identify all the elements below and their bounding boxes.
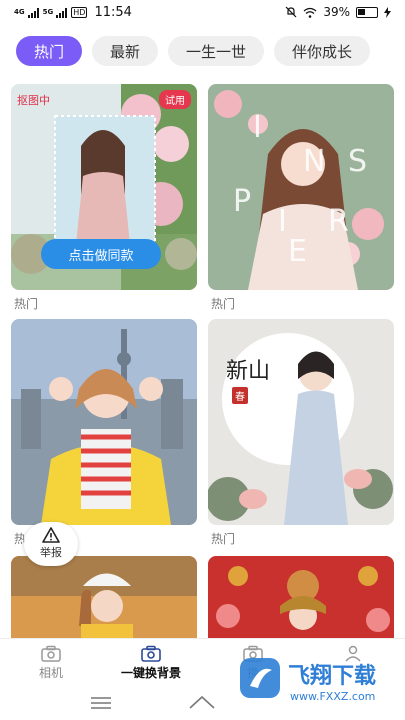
template-photo [208, 319, 394, 525]
template-card[interactable] [11, 556, 197, 638]
template-photo [11, 319, 197, 525]
poster-letter: S [348, 144, 368, 179]
camera-icon [141, 645, 161, 662]
category-tabs: 热门 最新 一生一世 伴你成长 [16, 36, 371, 66]
hd-badge: HD [71, 7, 88, 18]
report-label: 举报 [40, 546, 62, 559]
wifi-icon [303, 7, 317, 18]
card-caption: 热门 [211, 532, 236, 546]
make-same-button[interactable]: 点击做同款 [41, 239, 161, 269]
tab-grow-with-you[interactable]: 伴你成长 [274, 36, 371, 66]
battery-icon [356, 6, 378, 18]
tab-latest[interactable]: 最新 [92, 36, 159, 66]
status-bar: 4G 5G HD 11:54 39% [0, 0, 405, 26]
poster-letter: N [303, 144, 326, 179]
battery-percent: 39% [323, 5, 350, 19]
mute-icon [285, 6, 297, 18]
clock: 11:54 [94, 5, 132, 20]
charging-icon [384, 6, 391, 18]
home-icon[interactable] [188, 694, 216, 710]
template-card[interactable]: I N S P I R E [208, 84, 394, 290]
report-button[interactable]: 举报 [24, 522, 78, 566]
menu-icon[interactable] [90, 696, 112, 710]
template-card[interactable]: 抠图中 试用 点击做同款 [11, 84, 197, 290]
tab-hot[interactable]: 热门 [16, 36, 83, 66]
watermark-logo-icon [240, 658, 280, 698]
trial-badge: 试用 [159, 90, 191, 109]
template-card[interactable] [208, 556, 394, 638]
poster-letter: R [328, 204, 349, 239]
poster-letter: E [288, 234, 307, 269]
watermark-url: www.FXXZ.com [290, 690, 376, 703]
template-card[interactable] [11, 319, 197, 525]
poster-letter: I [278, 204, 287, 239]
nav-camera[interactable]: 相机 [6, 645, 96, 681]
nav-label: 一键换背景 [120, 666, 181, 680]
nav-change-background[interactable]: 一键换背景 [106, 645, 196, 681]
network-label-a: 4G [14, 8, 25, 16]
camera-icon [41, 645, 61, 662]
network-label-b: 5G [42, 8, 54, 16]
card-caption: 热门 [14, 297, 39, 311]
seal-stamp: 春 [232, 387, 248, 404]
warning-icon [42, 527, 60, 543]
signal-icon-2 [56, 7, 68, 18]
poster-letter: P [233, 184, 252, 219]
template-card[interactable]: 新山 春 [208, 319, 394, 525]
poster-letter: I [253, 110, 262, 145]
poster-title: 新山 [226, 359, 271, 384]
matting-status: 抠图中 [17, 94, 50, 107]
signal-icon [27, 7, 40, 18]
template-photo [208, 556, 394, 638]
site-watermark: 飞翔下载 www.FXXZ.com [238, 652, 403, 712]
tab-lifetime[interactable]: 一生一世 [168, 36, 265, 66]
card-caption: 热门 [211, 297, 236, 311]
watermark-brand: 飞翔下载 [288, 664, 377, 689]
nav-label: 相机 [38, 666, 63, 680]
template-photo [11, 556, 197, 638]
